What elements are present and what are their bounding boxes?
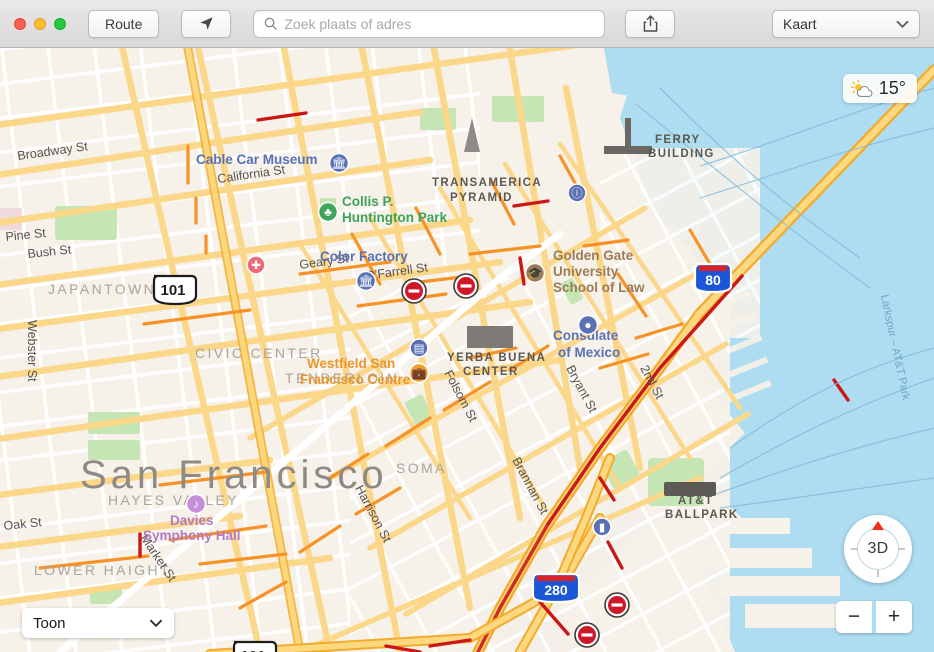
map-graphics: San FranciscoJAPANTOWNCIVIC CENTERTENDER… [0, 48, 934, 652]
no-entry-icon-bar [408, 289, 420, 293]
zoom-button[interactable] [54, 17, 66, 30]
weather-badge[interactable]: 15° [842, 74, 917, 103]
map-label: TRANSAMERICA [432, 177, 542, 189]
map-label: Westfield San [307, 356, 395, 371]
chevron-down-icon [150, 619, 162, 627]
map-label: Huntington Park [342, 210, 447, 225]
no-entry-icon-bar [581, 633, 593, 637]
map-poi-glyph: ♪ [193, 497, 199, 511]
map-label: Symphony Hall [143, 528, 241, 543]
window-controls [14, 17, 66, 30]
map-label: Cable Car Museum [196, 152, 318, 167]
map-poi-glyph: 💼 [412, 366, 427, 380]
map-label: AT&T [678, 495, 713, 507]
chevron-down-icon [896, 20, 909, 28]
show-dropdown[interactable]: Toon [22, 608, 174, 638]
compass-north-needle [872, 521, 884, 530]
map-label: San Francisco [80, 453, 388, 497]
no-entry-icon-bar [460, 284, 472, 288]
map-label: of Mexico [558, 345, 620, 360]
map-canvas[interactable]: San Francisco JAPANTOWN CIVIC CENTER TENDER… [0, 48, 934, 652]
yerba-buena-center-icon [467, 326, 513, 348]
compass-control[interactable]: 3D [844, 515, 912, 583]
map-poi-glyph: 🎓 [528, 266, 543, 280]
compass-tick-east [898, 548, 905, 550]
toggle-3d-label: 3D [867, 540, 889, 557]
minimize-button[interactable] [34, 17, 46, 30]
map-label: BUILDING [648, 148, 715, 160]
map-poi-glyph: ⓘ [571, 187, 582, 200]
location-arrow-icon [200, 17, 213, 30]
close-button[interactable] [14, 17, 26, 30]
sun-behind-cloud-icon [850, 78, 873, 97]
route-button-label: Route [105, 15, 143, 32]
zoom-out-button[interactable]: − [836, 601, 872, 633]
map-label: SOMA [396, 460, 447, 476]
map-label: CIVIC CENTER [195, 345, 323, 361]
no-entry-icon-bar [611, 603, 623, 607]
map-poi-glyph: 🏛 [358, 274, 373, 288]
map-label: LOWER HAIGHT [34, 562, 171, 578]
map-label: BALLPARK [665, 509, 739, 521]
map-poi-glyph: 🏛 [331, 156, 346, 170]
map-label: FERRY [655, 134, 701, 146]
map-poi-glyph: ✚ [251, 260, 260, 272]
map-poi-glyph: ▤ [414, 343, 425, 355]
map-label: CENTER [463, 366, 519, 378]
compass-tick-west [851, 548, 858, 550]
map-label: Davies [170, 513, 214, 528]
att-ballpark-icon [664, 482, 716, 496]
map-mode-dropdown[interactable]: Kaart [772, 10, 920, 38]
share-button[interactable] [625, 9, 676, 38]
map-poi-glyph: ● [584, 318, 591, 332]
route-button[interactable]: Route [88, 9, 160, 38]
maps-window: Route Zoek plaats of adres Kaart San Fra… [0, 0, 934, 652]
map-poi-glyph: ▮ [599, 522, 605, 534]
toggle-3d-button[interactable]: 3D [857, 528, 899, 570]
weather-temperature: 15° [878, 78, 906, 98]
map-label: University [553, 264, 619, 279]
share-icon [643, 15, 658, 32]
ferry-building-tower-icon [625, 118, 631, 148]
window-toolbar: Route Zoek plaats of adres Kaart [0, 0, 934, 48]
show-dropdown-value: Toon [33, 614, 66, 632]
zoom-in-button[interactable]: + [876, 601, 912, 633]
map-label: YERBA BUENA [447, 352, 546, 364]
map-label: HAYES VALLEY [108, 492, 239, 508]
interstate-shield-crown [699, 265, 727, 271]
route-shield-label: 280 [544, 582, 568, 598]
map-label: Francisco Centre [300, 372, 411, 387]
search-input[interactable]: Zoek plaats of adres [253, 9, 606, 38]
compass-tick-south [877, 570, 879, 577]
map-label: Webster St [25, 320, 39, 382]
zoom-in-label: + [887, 605, 901, 628]
map-poi-glyph: ♣ [324, 205, 332, 219]
map-label: Collis P. [342, 194, 394, 209]
zoom-controls: − + [836, 601, 912, 633]
route-shield-label: 101 [240, 648, 265, 652]
map-label: JAPANTOWN [48, 281, 156, 297]
map-label: Golden Gate [553, 248, 634, 263]
route-shield-label: 101 [160, 282, 185, 299]
locate-me-button[interactable] [181, 9, 232, 38]
map-mode-value: Kaart [783, 16, 817, 32]
map-label: PYRAMID [450, 192, 513, 204]
search-icon [264, 17, 278, 30]
zoom-out-label: − [847, 605, 861, 628]
map-label: Color Factory [320, 249, 408, 264]
route-shield-label: 80 [705, 272, 721, 288]
map-label: School of Law [553, 280, 645, 295]
search-placeholder: Zoek plaats of adres [284, 15, 412, 32]
interstate-shield-crown [537, 575, 575, 581]
